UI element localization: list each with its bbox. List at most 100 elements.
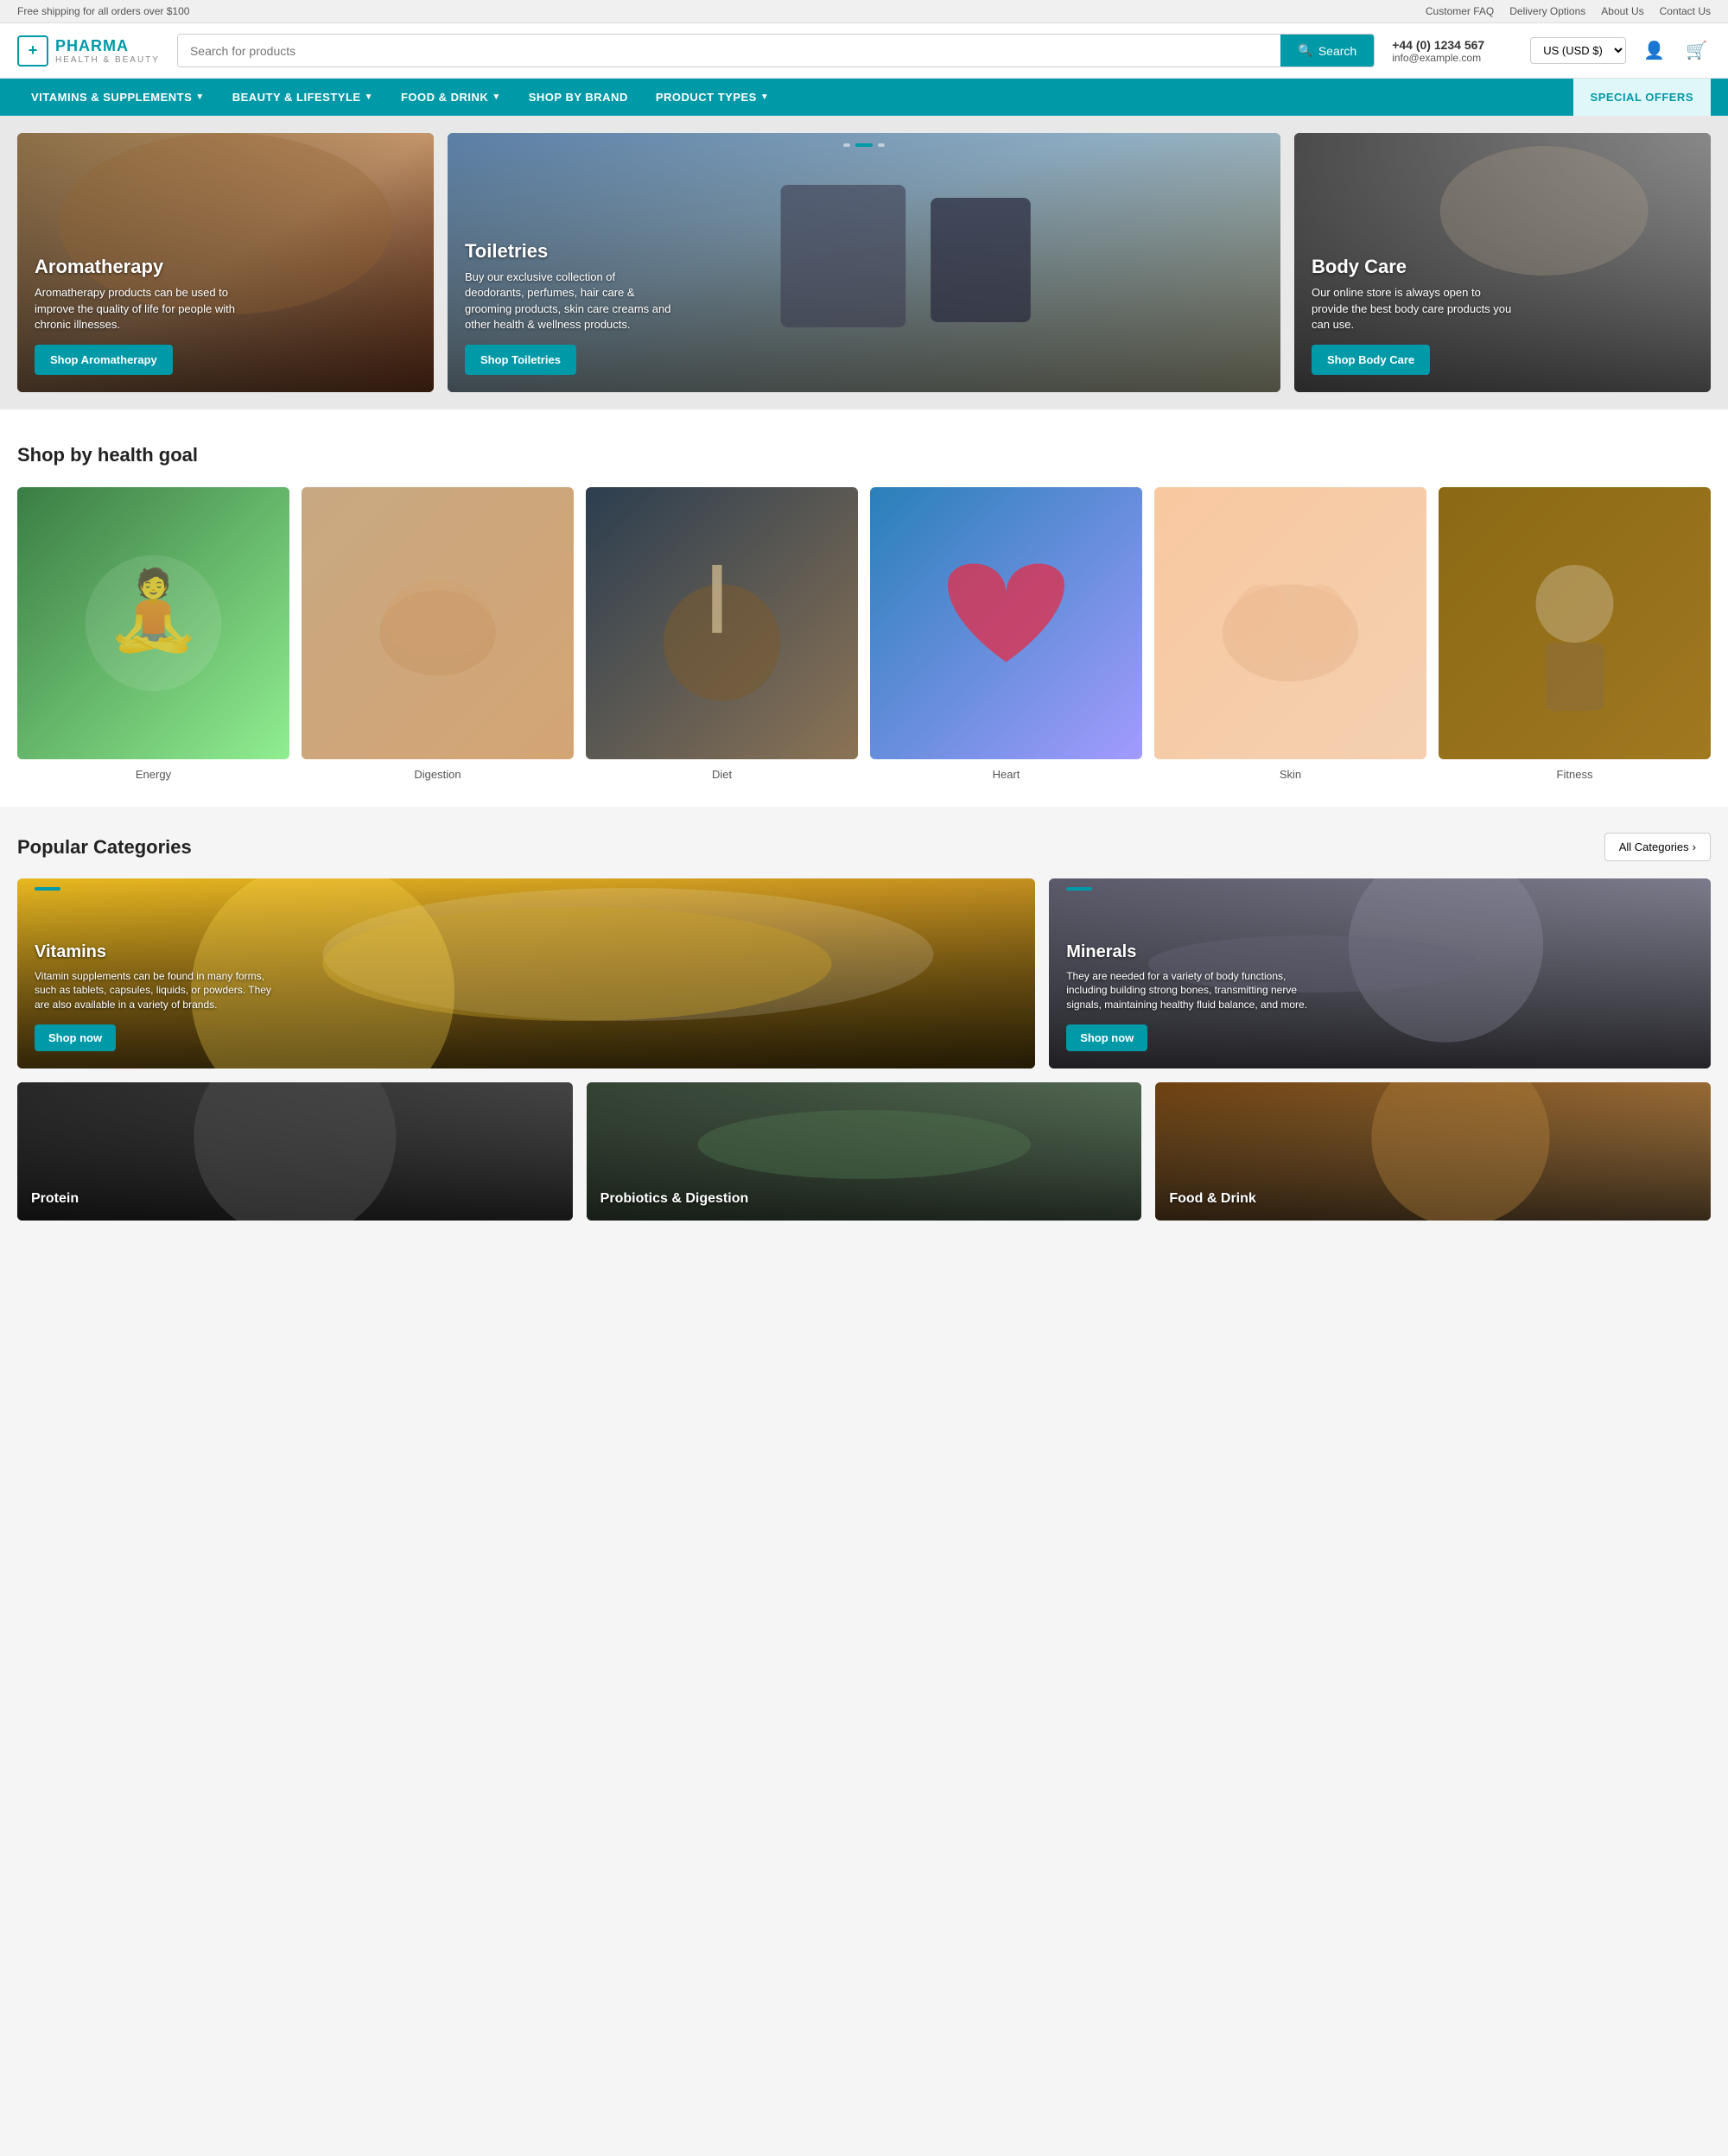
nav-product-types[interactable]: PRODUCT TYPES ▼ xyxy=(642,79,783,116)
category-card-probiotics[interactable]: Probiotics & Digestion xyxy=(587,1082,1142,1221)
search-icon: 🔍 xyxy=(1298,43,1312,58)
minerals-indicator xyxy=(1066,887,1092,891)
category-card-food[interactable]: Food & Drink xyxy=(1155,1082,1711,1221)
categories-bottom-row: Protein xyxy=(17,1082,1711,1221)
health-label-fitness: Fitness xyxy=(1557,768,1593,781)
logo[interactable]: + PHARMA HEALTH & BEAUTY xyxy=(17,35,160,67)
health-img-energy: 🧘 xyxy=(17,487,289,759)
nav-product-types-label: PRODUCT TYPES xyxy=(656,91,757,104)
health-item-digestion[interactable]: Digestion xyxy=(302,487,574,781)
health-label-energy: Energy xyxy=(136,768,171,781)
nav-brand-label: SHOP BY BRAND xyxy=(529,91,628,104)
nav-vitamins-chevron: ▼ xyxy=(195,92,204,102)
category-card-vitamins[interactable]: Vitamins Vitamin supplements can be foun… xyxy=(17,878,1035,1068)
nav-product-types-chevron: ▼ xyxy=(760,92,769,102)
health-img-fitness xyxy=(1439,487,1711,759)
hero-toiletries-desc: Buy our exclusive collection of deodoran… xyxy=(465,270,672,333)
categories-top-row: Vitamins Vitamin supplements can be foun… xyxy=(17,878,1711,1068)
health-img-heart xyxy=(870,487,1142,759)
hero-bodycare-content: Body Care Our online store is always ope… xyxy=(1294,238,1536,392)
header-right: US (USD $)UK (GBP £)EU (EUR €) 👤 🛒 xyxy=(1530,36,1711,65)
health-goals-section: Shop by health goal 🧘 Energy xyxy=(0,409,1728,807)
hero-bodycare-desc: Our online store is always open to provi… xyxy=(1312,285,1519,333)
hero-card-aromatherapy[interactable]: Aromatherapy Aromatherapy products can b… xyxy=(17,133,434,392)
nav-special-offers[interactable]: SPECIAL OFFERS xyxy=(1573,79,1711,116)
all-categories-button[interactable]: All Categories › xyxy=(1604,833,1711,861)
health-goals-grid: 🧘 Energy Digestio xyxy=(17,487,1711,781)
nav-beauty[interactable]: BEAUTY & LIFESTYLE ▼ xyxy=(219,79,387,116)
logo-sub: HEALTH & BEAUTY xyxy=(55,55,160,65)
minerals-btn[interactable]: Shop now xyxy=(1066,1024,1147,1051)
hero-aroma-desc: Aromatherapy products can be used to imp… xyxy=(35,285,242,333)
header-contact: +44 (0) 1234 567 info@example.com xyxy=(1392,38,1513,64)
nav-food[interactable]: FOOD & DRINK ▼ xyxy=(387,79,515,116)
svg-text:🧘: 🧘 xyxy=(105,566,201,654)
hero-toiletries-content: Toiletries Buy our exclusive collection … xyxy=(448,223,689,392)
header: + PHARMA HEALTH & BEAUTY 🔍 Search +44 (0… xyxy=(0,23,1728,79)
nav-beauty-label: BEAUTY & LIFESTYLE xyxy=(232,91,361,104)
currency-selector[interactable]: US (USD $)UK (GBP £)EU (EUR €) xyxy=(1530,37,1626,64)
email-address: info@example.com xyxy=(1392,52,1513,64)
hero-carousel-indicator xyxy=(843,143,885,147)
hero-bodycare-btn[interactable]: Shop Body Care xyxy=(1312,345,1430,375)
hero-card-bodycare[interactable]: Body Care Our online store is always ope… xyxy=(1294,133,1711,392)
category-card-minerals[interactable]: Minerals They are needed for a variety o… xyxy=(1049,878,1711,1068)
health-label-heart: Heart xyxy=(993,768,1020,781)
nav-vitamins[interactable]: VITAMINS & SUPPLEMENTS ▼ xyxy=(17,79,219,116)
customer-faq-link[interactable]: Customer FAQ xyxy=(1426,5,1494,17)
top-bar-links: Customer FAQ Delivery Options About Us C… xyxy=(1426,5,1711,17)
minerals-title: Minerals xyxy=(1066,942,1693,962)
logo-icon: + xyxy=(17,35,48,67)
hero-section: Aromatherapy Aromatherapy products can b… xyxy=(0,116,1728,409)
minerals-desc: They are needed for a variety of body fu… xyxy=(1066,969,1308,1012)
food-title: Food & Drink xyxy=(1169,1191,1697,1207)
indicator-dot-3 xyxy=(878,143,885,147)
nav-food-chevron: ▼ xyxy=(492,92,500,102)
hero-aroma-btn[interactable]: Shop Aromatherapy xyxy=(35,345,173,375)
cart-icon: 🛒 xyxy=(1686,41,1707,60)
about-us-link[interactable]: About Us xyxy=(1601,5,1643,17)
vitamins-desc: Vitamin supplements can be found in many… xyxy=(35,969,276,1012)
health-label-skin: Skin xyxy=(1280,768,1301,781)
nav-food-label: FOOD & DRINK xyxy=(401,91,488,104)
health-item-skin[interactable]: Skin xyxy=(1154,487,1426,781)
health-img-diet xyxy=(586,487,858,759)
health-img-skin xyxy=(1154,487,1426,759)
health-item-heart[interactable]: Heart xyxy=(870,487,1142,781)
indicator-dot-2 xyxy=(855,143,873,147)
indicator-dot-1 xyxy=(843,143,850,147)
hero-toiletries-btn[interactable]: Shop Toiletries xyxy=(465,345,576,375)
health-img-digestion xyxy=(302,487,574,759)
health-label-diet: Diet xyxy=(712,768,732,781)
nav-brand[interactable]: SHOP BY BRAND xyxy=(515,79,642,116)
health-item-energy[interactable]: 🧘 Energy xyxy=(17,487,289,781)
main-nav: VITAMINS & SUPPLEMENTS ▼ BEAUTY & LIFEST… xyxy=(0,79,1728,116)
delivery-options-link[interactable]: Delivery Options xyxy=(1509,5,1585,17)
health-item-fitness[interactable]: Fitness xyxy=(1439,487,1711,781)
account-button[interactable]: 👤 xyxy=(1640,36,1668,65)
hero-aroma-title: Aromatherapy xyxy=(35,256,242,278)
hero-card-toiletries[interactable]: Toiletries Buy our exclusive collection … xyxy=(448,133,1280,392)
health-label-digestion: Digestion xyxy=(414,768,461,781)
search-btn-label: Search xyxy=(1318,44,1356,58)
vitamins-content: Vitamins Vitamin supplements can be foun… xyxy=(17,878,1035,1068)
health-item-diet[interactable]: Diet xyxy=(586,487,858,781)
nav-beauty-chevron: ▼ xyxy=(365,92,373,102)
protein-content: Protein xyxy=(17,1082,573,1221)
hero-bodycare-title: Body Care xyxy=(1312,256,1519,278)
vitamins-btn[interactable]: Shop now xyxy=(35,1024,116,1051)
search-input[interactable] xyxy=(178,35,1280,67)
minerals-content: Minerals They are needed for a variety o… xyxy=(1049,878,1711,1068)
probiotics-content: Probiotics & Digestion xyxy=(587,1082,1142,1221)
popular-title: Popular Categories xyxy=(17,836,192,859)
logo-text: PHARMA HEALTH & BEAUTY xyxy=(55,37,160,65)
cart-button[interactable]: 🛒 xyxy=(1682,36,1711,65)
contact-us-link[interactable]: Contact Us xyxy=(1660,5,1711,17)
account-icon: 👤 xyxy=(1643,41,1665,60)
phone-number: +44 (0) 1234 567 xyxy=(1392,38,1513,52)
all-categories-chevron: › xyxy=(1693,840,1696,853)
category-card-protein[interactable]: Protein xyxy=(17,1082,573,1221)
search-button[interactable]: 🔍 Search xyxy=(1280,35,1374,67)
all-categories-label: All Categories xyxy=(1619,840,1689,853)
nav-special-label: SPECIAL OFFERS xyxy=(1591,91,1693,104)
